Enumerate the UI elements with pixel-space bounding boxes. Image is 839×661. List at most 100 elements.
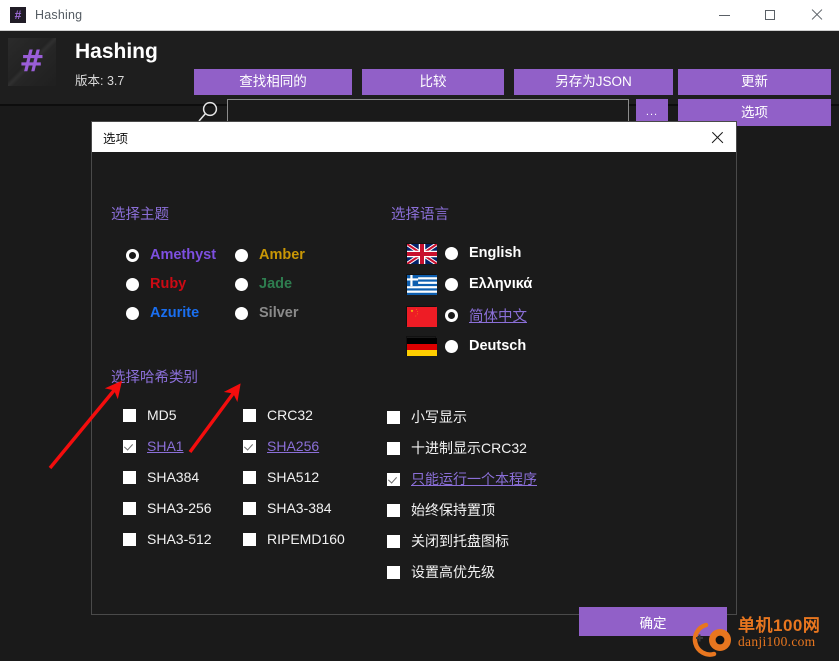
hash-label: SHA256 xyxy=(267,438,320,454)
checkbox-icon xyxy=(387,441,400,455)
radio-icon xyxy=(445,309,458,322)
pref-checkbox-close-to-tray[interactable]: 关闭到托盘图标 xyxy=(387,531,509,551)
window-controls xyxy=(701,0,839,31)
watermark-text: 单机100网 danji100.com xyxy=(738,617,820,649)
hash-icon: # xyxy=(10,7,26,23)
options-dialog: 选项 选择主题 选择语言 选择哈希类别 Amethyst Amber Ruby xyxy=(91,121,737,636)
checkbox-icon xyxy=(387,410,400,424)
hash-checkbox-sha256[interactable]: SHA256 xyxy=(243,438,319,454)
pref-label: 十进制显示CRC32 xyxy=(411,440,527,456)
close-button[interactable] xyxy=(793,0,839,31)
hash-checkbox-sha3-384[interactable]: SHA3-384 xyxy=(243,500,332,516)
checkbox-icon xyxy=(243,501,256,515)
dialog-title: 选项 xyxy=(103,131,129,146)
app-name: Hashing xyxy=(75,40,158,63)
compare-button[interactable]: 比较 xyxy=(362,69,504,95)
hash-checkbox-ripemd160[interactable]: RIPEMD160 xyxy=(243,531,345,547)
pref-checkbox-always-on-top[interactable]: 始终保持置顶 xyxy=(387,500,495,520)
maximize-icon xyxy=(765,10,775,20)
hash-checkbox-sha3-256[interactable]: SHA3-256 xyxy=(123,500,212,516)
window-title: Hashing xyxy=(35,8,83,22)
window-title-bar: # Hashing xyxy=(0,0,839,31)
language-option-german[interactable]: Deutsch xyxy=(406,336,526,356)
maximize-button[interactable] xyxy=(747,0,793,31)
radio-icon xyxy=(126,248,139,262)
theme-option-silver[interactable]: Silver xyxy=(235,305,299,321)
dialog-close-button[interactable] xyxy=(706,126,728,148)
find-same-button[interactable]: 查找相同的 xyxy=(194,69,352,95)
hash-section-heading: 选择哈希类别 xyxy=(111,370,198,386)
hash-checkbox-sha384[interactable]: SHA384 xyxy=(123,469,199,485)
pref-checkbox-high-priority[interactable]: 设置高优先级 xyxy=(387,562,495,582)
app-version: 版本: 3.7 xyxy=(75,74,125,88)
close-icon xyxy=(810,9,822,21)
flag-uk-icon xyxy=(405,242,439,266)
pref-checkbox-decimal-crc32[interactable]: 十进制显示CRC32 xyxy=(387,438,527,458)
checkbox-icon xyxy=(387,534,400,548)
theme-option-amethyst[interactable]: Amethyst xyxy=(126,247,216,263)
checkbox-icon xyxy=(243,470,256,484)
hash-checkbox-crc32[interactable]: CRC32 xyxy=(243,407,313,423)
pref-checkbox-single-instance[interactable]: 只能运行一个本程序 xyxy=(387,469,537,489)
radio-icon xyxy=(235,277,248,291)
checkbox-icon xyxy=(243,532,256,546)
language-label: English xyxy=(469,245,522,261)
hash-checkbox-sha3-512[interactable]: SHA3-512 xyxy=(123,531,212,547)
radio-icon xyxy=(235,306,248,320)
theme-option-amber[interactable]: Amber xyxy=(235,247,305,263)
checkbox-icon xyxy=(387,472,400,486)
theme-label: Azurite xyxy=(150,305,200,321)
app-header: # Hashing 版本: 3.7 查找相同的 比较 另存为JSON 更新 ..… xyxy=(0,31,839,126)
checkbox-icon xyxy=(243,408,256,422)
hash-label: RIPEMD160 xyxy=(267,531,345,547)
close-icon xyxy=(711,131,724,144)
theme-label: Amethyst xyxy=(150,247,217,263)
checkbox-icon xyxy=(123,439,136,453)
theme-option-jade[interactable]: Jade xyxy=(235,276,292,292)
hash-checkbox-sha1[interactable]: SHA1 xyxy=(123,438,184,454)
hash-label: SHA1 xyxy=(147,438,184,454)
checkbox-icon xyxy=(123,408,136,422)
application-window: # Hashing # Hashing 版本: 3.7 查找相同的 比较 另存为… xyxy=(0,0,839,661)
theme-label: Ruby xyxy=(150,276,187,292)
checkbox-icon xyxy=(123,532,136,546)
pref-label: 设置高优先级 xyxy=(411,564,495,580)
pref-checkbox-lowercase[interactable]: 小写显示 xyxy=(387,407,467,427)
flag-greece-icon xyxy=(406,274,437,295)
hash-logo-icon: # xyxy=(19,44,45,79)
minimize-button[interactable] xyxy=(701,0,747,31)
hash-label: CRC32 xyxy=(267,407,313,423)
watermark-cn: 单机100网 xyxy=(738,616,821,635)
checkbox-icon xyxy=(123,470,136,484)
hash-checkbox-md5[interactable]: MD5 xyxy=(123,407,177,423)
language-label: Ελληνικά xyxy=(469,276,533,292)
hash-checkbox-sha512[interactable]: SHA512 xyxy=(243,469,319,485)
theme-label: Amber xyxy=(259,247,305,263)
language-option-chinese[interactable]: 简体中文 xyxy=(406,305,527,327)
pref-label: 关闭到托盘图标 xyxy=(411,533,509,549)
checkbox-icon xyxy=(387,565,400,579)
radio-icon xyxy=(126,277,139,291)
language-label: Deutsch xyxy=(469,338,527,354)
flag-china-icon xyxy=(406,305,437,327)
confirm-button[interactable]: 确定 xyxy=(579,607,727,636)
hash-label: SHA384 xyxy=(147,469,200,485)
theme-option-ruby[interactable]: Ruby xyxy=(126,276,186,292)
language-option-greek[interactable]: Ελληνικά xyxy=(406,274,533,295)
theme-option-azurite[interactable]: Azurite xyxy=(126,305,199,321)
dialog-title-bar: 选项 xyxy=(92,122,736,152)
radio-icon xyxy=(445,246,458,260)
flag-germany-icon xyxy=(406,336,437,356)
radio-icon xyxy=(126,306,139,320)
save-json-button[interactable]: 另存为JSON xyxy=(514,69,673,95)
theme-label: Silver xyxy=(259,305,299,321)
checkbox-icon xyxy=(243,439,256,453)
hash-label: SHA3-256 xyxy=(147,500,212,516)
checkbox-icon xyxy=(387,503,400,517)
radio-icon xyxy=(445,339,458,353)
language-option-english[interactable]: English xyxy=(405,242,522,266)
theme-label: Jade xyxy=(259,276,293,292)
update-button[interactable]: 更新 xyxy=(678,69,831,95)
radio-icon xyxy=(445,277,458,291)
radio-icon xyxy=(235,248,248,262)
